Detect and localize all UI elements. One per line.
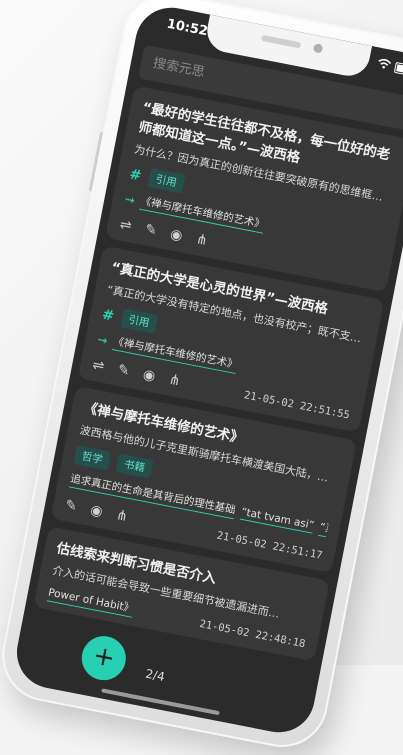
page-indicator: 2/4 <box>144 666 166 684</box>
reference-link[interactable]: “tat tvam asi” <box>239 505 316 534</box>
reference-link[interactable]: “真正 <box>318 519 330 538</box>
graph-nodes-icon[interactable]: ⋔ <box>115 507 130 525</box>
front-camera <box>312 43 324 54</box>
edit-pencil-icon[interactable]: ✎ <box>116 362 131 380</box>
hashtag-icon: # <box>128 165 143 184</box>
link-icon: ⇝ <box>123 191 137 208</box>
edit-pencil-icon[interactable]: ✎ <box>144 221 159 239</box>
graph-nodes-icon[interactable]: ⋔ <box>167 372 182 390</box>
edit-pencil-icon[interactable]: ✎ <box>64 497 79 515</box>
tag-chip[interactable]: 书籍 <box>115 453 154 479</box>
graph-nodes-icon[interactable]: ⋔ <box>195 231 210 249</box>
tag-chip[interactable]: 引用 <box>119 308 158 334</box>
wifi-icon <box>376 58 392 73</box>
view-eye-icon[interactable]: ◉ <box>169 226 184 244</box>
add-note-button[interactable]: + <box>77 632 130 684</box>
status-icons <box>376 58 403 78</box>
tag-chip[interactable]: 哲学 <box>73 445 112 471</box>
tag-chip[interactable]: 引用 <box>147 168 186 194</box>
view-eye-icon[interactable]: ◉ <box>142 367 157 385</box>
view-eye-icon[interactable]: ◉ <box>89 502 104 520</box>
share-link-icon[interactable]: ⇌ <box>91 357 106 375</box>
status-time: 10:52 <box>165 16 210 40</box>
speaker-grille <box>260 34 302 49</box>
share-link-icon[interactable]: ⇌ <box>118 216 133 234</box>
link-icon: ⇝ <box>96 331 109 348</box>
hashtag-icon: # <box>100 306 116 325</box>
battery-icon <box>393 61 403 77</box>
